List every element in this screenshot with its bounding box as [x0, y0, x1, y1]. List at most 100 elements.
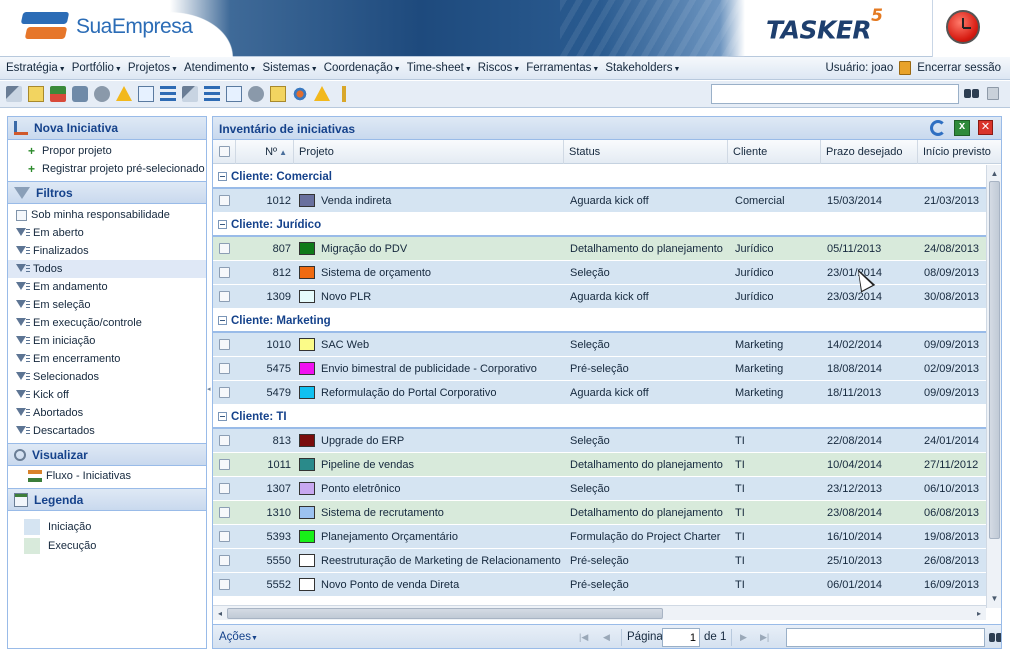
- row-checkbox-cell[interactable]: [219, 381, 230, 405]
- logout-link[interactable]: Encerrar sessão: [917, 62, 1001, 74]
- toolbar-key-icon[interactable]: [336, 86, 352, 102]
- group-row[interactable]: Cliente: Marketing: [213, 309, 986, 333]
- scroll-left-icon[interactable]: ◂: [213, 606, 227, 621]
- clock-icon[interactable]: [946, 10, 980, 44]
- sidebar-item-propor-projeto[interactable]: + Propor projeto: [8, 142, 206, 160]
- toolbar-phone-icon[interactable]: [248, 86, 264, 102]
- toolbar-projects-icon[interactable]: [72, 86, 88, 102]
- group-row[interactable]: Cliente: TI: [213, 405, 986, 429]
- filter-item[interactable]: Kick off: [8, 386, 206, 404]
- row-checkbox-cell[interactable]: [219, 477, 230, 501]
- cell-projeto[interactable]: Novo PLR: [299, 285, 563, 309]
- table-row[interactable]: 1309 Novo PLR Aguarda kick off Jurídico 23/0…: [213, 285, 986, 309]
- toolbar-alert-icon[interactable]: [116, 86, 132, 101]
- scroll-right-icon[interactable]: ▸: [972, 606, 986, 621]
- select-all-checkbox[interactable]: [219, 146, 230, 157]
- table-row[interactable]: 1310 Sistema de recrutamento Detalhamento …: [213, 501, 986, 525]
- row-checkbox[interactable]: [219, 291, 230, 302]
- menu-item-5[interactable]: Coordenação▼: [324, 62, 401, 74]
- cell-projeto[interactable]: Reformulação do Portal Corporativo: [299, 381, 563, 405]
- row-checkbox-cell[interactable]: [219, 261, 230, 285]
- row-checkbox[interactable]: [219, 507, 230, 518]
- vertical-scrollbar[interactable]: ▲ ▼: [986, 165, 1001, 608]
- collapse-group-icon[interactable]: [218, 412, 227, 421]
- column-header-cliente[interactable]: Cliente: [728, 140, 821, 164]
- filter-item[interactable]: Em aberto: [8, 224, 206, 242]
- row-checkbox-cell[interactable]: [219, 573, 230, 597]
- table-row[interactable]: 5552 Novo Ponto de venda Direta Pré-seleçã…: [213, 573, 986, 597]
- row-checkbox[interactable]: [219, 363, 230, 374]
- row-checkbox[interactable]: [219, 579, 230, 590]
- cell-projeto[interactable]: SAC Web: [299, 333, 563, 357]
- actions-menu[interactable]: Ações▼: [219, 631, 258, 643]
- filter-item[interactable]: Em seleção: [8, 296, 206, 314]
- nova-iniciativa-header[interactable]: Nova Iniciativa: [8, 117, 206, 140]
- scroll-up-icon[interactable]: ▲: [987, 167, 1001, 181]
- toolbar-calendar-icon[interactable]: [226, 86, 242, 102]
- menu-item-4[interactable]: Sistemas▼: [262, 62, 317, 74]
- toolbar-map-icon[interactable]: [6, 86, 22, 102]
- table-row[interactable]: 1307 Ponto eletrônico Seleção TI 23/12/2013 0…: [213, 477, 986, 501]
- close-icon[interactable]: ✕: [978, 120, 993, 135]
- row-checkbox-cell[interactable]: [219, 333, 230, 357]
- table-row[interactable]: 807 Migração do PDV Detalhamento do planej…: [213, 237, 986, 261]
- menu-item-2[interactable]: Projetos▼: [128, 62, 178, 74]
- column-header-prazo[interactable]: Prazo desejado: [821, 140, 918, 164]
- row-checkbox[interactable]: [219, 435, 230, 446]
- toolbar-risk-icon[interactable]: [314, 86, 330, 101]
- collapse-group-icon[interactable]: [218, 172, 227, 181]
- menu-item-7[interactable]: Riscos▼: [478, 62, 520, 74]
- toolbar-tasks-icon[interactable]: [138, 86, 154, 102]
- cell-projeto[interactable]: Pipeline de vendas: [299, 453, 563, 477]
- grid-search-icon[interactable]: [989, 632, 1001, 643]
- cell-projeto[interactable]: Planejamento Orçamentário: [299, 525, 563, 549]
- row-checkbox[interactable]: [219, 243, 230, 254]
- row-checkbox[interactable]: [219, 267, 230, 278]
- toolbar-search-input[interactable]: [711, 84, 959, 104]
- legenda-header[interactable]: Legenda: [8, 488, 206, 511]
- filter-item[interactable]: Todos: [8, 260, 206, 278]
- toolbar-timesheet-icon[interactable]: [270, 86, 286, 102]
- row-checkbox[interactable]: [219, 531, 230, 542]
- vertical-scroll-thumb[interactable]: [989, 181, 1000, 539]
- group-row[interactable]: Cliente: Comercial: [213, 165, 986, 189]
- toolbar-portfolio-icon[interactable]: [50, 86, 66, 102]
- cell-projeto[interactable]: Upgrade do ERP: [299, 429, 563, 453]
- prev-page-icon[interactable]: ◀: [603, 632, 610, 643]
- menu-item-3[interactable]: Atendimento▼: [184, 62, 257, 74]
- menu-item-8[interactable]: Ferramentas▼: [526, 62, 599, 74]
- binoculars-icon[interactable]: [964, 87, 980, 99]
- filter-item[interactable]: Em execução/controle: [8, 314, 206, 332]
- column-header-status[interactable]: Status: [564, 140, 728, 164]
- table-row[interactable]: 5475 Envio bimestral de publicidade - Cor…: [213, 357, 986, 381]
- table-row[interactable]: 5550 Reestruturação de Marketing de Relac…: [213, 549, 986, 573]
- first-page-icon[interactable]: |◀: [579, 632, 588, 643]
- filter-item[interactable]: Finalizados: [8, 242, 206, 260]
- horizontal-scroll-thumb[interactable]: [227, 608, 663, 619]
- column-header-num[interactable]: Nº ▲: [236, 140, 294, 164]
- row-checkbox-cell[interactable]: [219, 453, 230, 477]
- cell-projeto[interactable]: Venda indireta: [299, 189, 563, 213]
- row-checkbox[interactable]: [219, 339, 230, 350]
- column-header-inicio[interactable]: Início previsto: [918, 140, 1001, 164]
- toolbar-notes-icon[interactable]: [28, 86, 44, 102]
- table-row[interactable]: 1011 Pipeline de vendas Detalhamento do pl…: [213, 453, 986, 477]
- sidebar-item-registrar-projeto[interactable]: + Registrar projeto pré-selecionado: [8, 160, 206, 178]
- collapse-group-icon[interactable]: [218, 316, 227, 325]
- filter-sob-minha-responsabilidade[interactable]: Sob minha responsabilidade: [8, 206, 206, 224]
- filter-item[interactable]: Em iniciação: [8, 332, 206, 350]
- row-checkbox-cell[interactable]: [219, 189, 230, 213]
- row-checkbox[interactable]: [219, 387, 230, 398]
- cell-projeto[interactable]: Sistema de orçamento: [299, 261, 563, 285]
- cell-projeto[interactable]: Ponto eletrônico: [299, 477, 563, 501]
- row-checkbox-cell[interactable]: [219, 285, 230, 309]
- row-checkbox[interactable]: [219, 195, 230, 206]
- filter-item[interactable]: Em andamento: [8, 278, 206, 296]
- cell-projeto[interactable]: Novo Ponto de venda Direta: [299, 573, 563, 597]
- row-checkbox-cell[interactable]: [219, 501, 230, 525]
- cell-projeto[interactable]: Reestruturação de Marketing de Relaciona…: [299, 549, 563, 573]
- group-row[interactable]: Cliente: Jurídico: [213, 213, 986, 237]
- row-checkbox[interactable]: [219, 483, 230, 494]
- table-row[interactable]: 5479 Reformulação do Portal Corporativo Ag…: [213, 381, 986, 405]
- sidebar-item-fluxo-iniciativas[interactable]: Fluxo - Iniciativas: [8, 467, 206, 485]
